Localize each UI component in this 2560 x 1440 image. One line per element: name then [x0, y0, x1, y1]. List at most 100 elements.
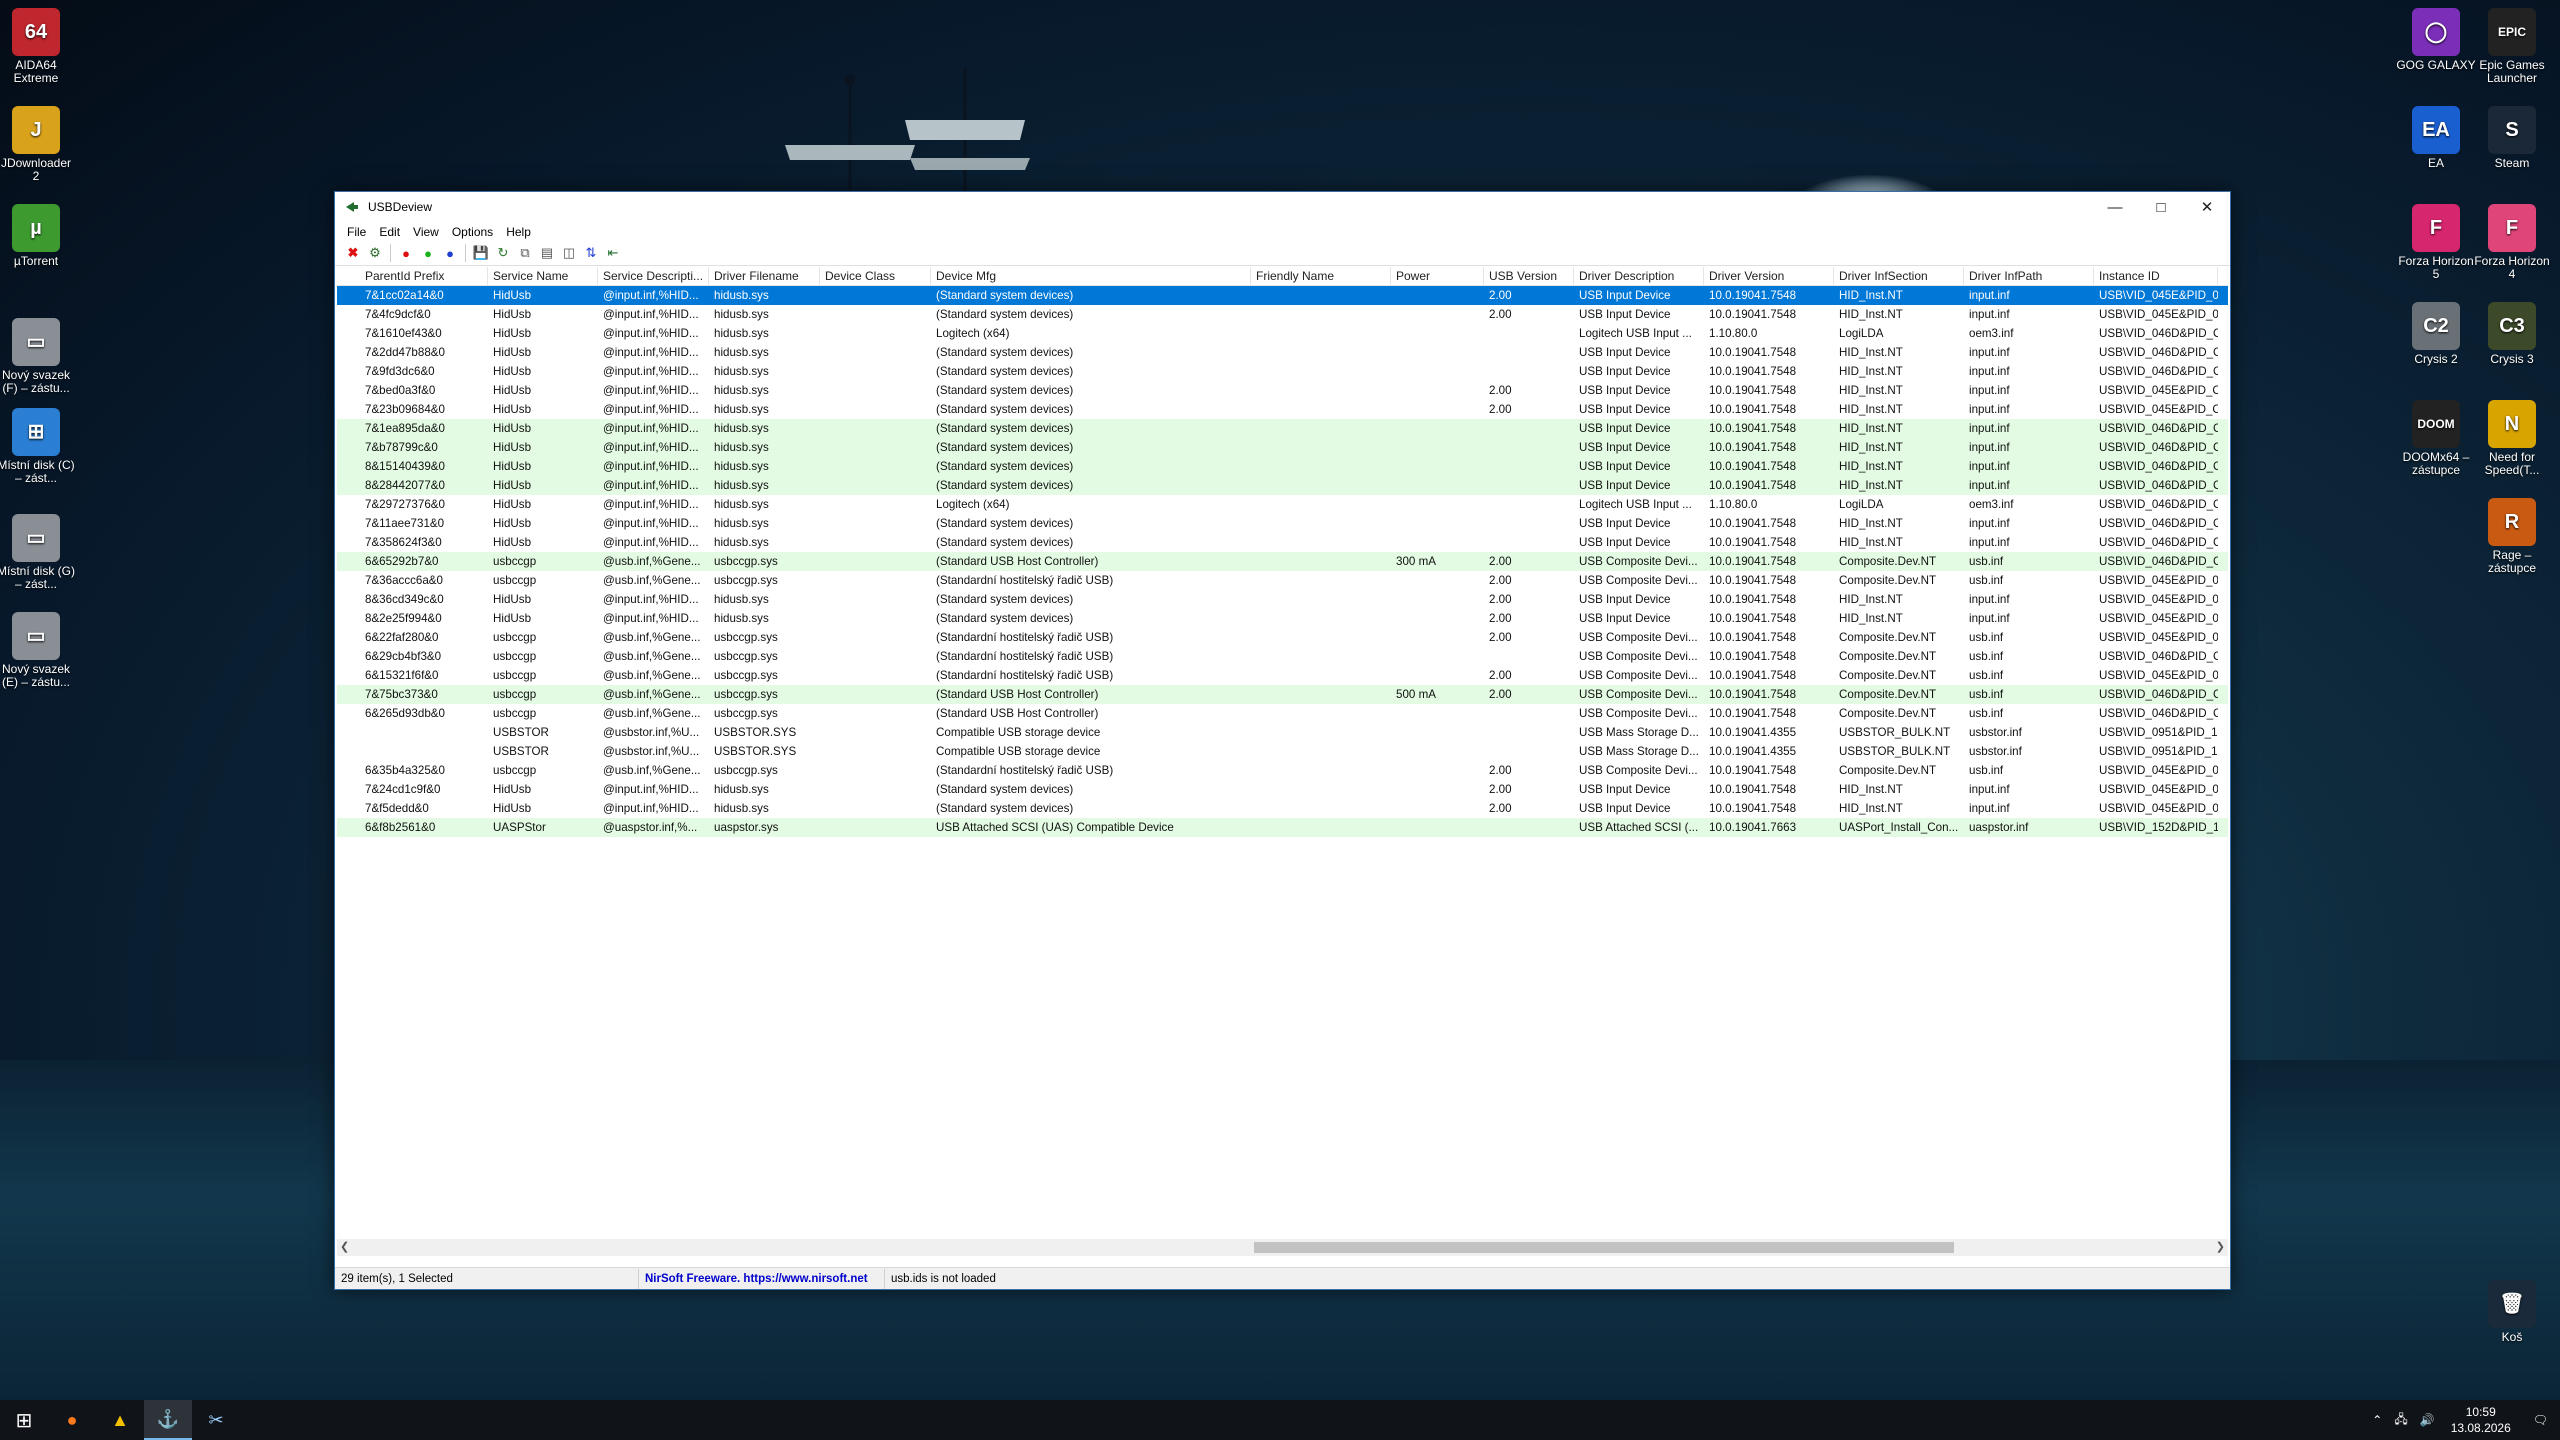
- column-header[interactable]: Driver InfSection: [1834, 267, 1964, 285]
- column-header[interactable]: Service Descripti...: [598, 267, 709, 285]
- toggle-icon[interactable]: ●: [439, 242, 461, 264]
- firefox-icon[interactable]: ●: [48, 1400, 96, 1440]
- column-header[interactable]: Driver InfPath: [1964, 267, 2094, 285]
- desktop-shortcut[interactable]: C2 Crysis 2: [2396, 302, 2476, 366]
- device-list[interactable]: ParentId Prefix Service Name Service Descr…: [337, 267, 2228, 1237]
- table-row[interactable]: 7&24cd1c9f&0 HidUsb @input.inf,%HID... hidu…: [337, 780, 2228, 799]
- tray-chevron-icon[interactable]: ⌃: [2366, 1413, 2388, 1427]
- table-row[interactable]: 6&65292b7&0 usbccgp @usb.inf,%Gene... usbcc…: [337, 552, 2228, 571]
- scroll-thumb[interactable]: [1254, 1242, 1954, 1253]
- column-header[interactable]: Instance ID: [2094, 267, 2218, 285]
- table-row[interactable]: 8&2e25f994&0 HidUsb @input.inf,%HID... hidu…: [337, 609, 2228, 628]
- desktop-shortcut[interactable]: ▭ Místní disk (G) – zást...: [0, 514, 76, 591]
- table-row[interactable]: 7&4fc9dcf&0 HidUsb @input.inf,%HID... hidus…: [337, 305, 2228, 324]
- table-row[interactable]: 7&1ea895da&0 HidUsb @input.inf,%HID... hidu…: [337, 419, 2228, 438]
- desktop-shortcut[interactable]: F Forza Horizon 5: [2396, 204, 2476, 281]
- snipping-tool-icon[interactable]: ✂: [192, 1400, 240, 1440]
- column-header[interactable]: Power: [1391, 267, 1484, 285]
- desktop-shortcut[interactable]: N Need for Speed(T...: [2472, 400, 2552, 477]
- volume-icon[interactable]: 🔊: [2414, 1413, 2441, 1427]
- table-row[interactable]: 6&29cb4bf3&0 usbccgp @usb.inf,%Gene... usbc…: [337, 647, 2228, 666]
- table-row[interactable]: 7&36accc6a&0 usbccgp @usb.inf,%Gene... usbc…: [337, 571, 2228, 590]
- column-header[interactable]: Driver Filename: [709, 267, 820, 285]
- aida-taskbar-icon[interactable]: ▲: [96, 1400, 144, 1440]
- refresh-icon[interactable]: ↻: [492, 242, 514, 264]
- html-report-icon[interactable]: ▤: [536, 242, 558, 264]
- menu-options[interactable]: Options: [446, 225, 500, 239]
- table-row[interactable]: 6&35b4a325&0 usbccgp @usb.inf,%Gene... usbc…: [337, 761, 2228, 780]
- properties-icon[interactable]: ◫: [558, 242, 580, 264]
- title-bar[interactable]: USBDeview — □ ✕: [335, 192, 2230, 222]
- table-row[interactable]: 7&11aee731&0 HidUsb @input.inf,%HID... hidu…: [337, 514, 2228, 533]
- maximize-button[interactable]: □: [2138, 192, 2184, 222]
- desktop-shortcut[interactable]: S Steam: [2472, 106, 2552, 170]
- table-cell: 10.0.19041.7548: [1709, 612, 1797, 625]
- table-row[interactable]: 7&23b09684&0 HidUsb @input.inf,%HID... hidu…: [337, 400, 2228, 419]
- eject-icon[interactable]: ⚙: [364, 242, 386, 264]
- column-header[interactable]: Driver Version: [1704, 267, 1834, 285]
- desktop-shortcut[interactable]: 🗑 Koš: [2472, 1280, 2552, 1344]
- scroll-right-icon[interactable]: ❯: [2216, 1240, 2225, 1253]
- table-row[interactable]: 6&265d93db&0 usbccgp @usb.inf,%Gene... usbc…: [337, 704, 2228, 723]
- menu-file[interactable]: File: [341, 225, 373, 239]
- network-icon[interactable]: 🖧: [2388, 1410, 2413, 1431]
- column-header[interactable]: Driver Description: [1574, 267, 1704, 285]
- exit-icon[interactable]: ⇤: [602, 242, 624, 264]
- table-row[interactable]: 7&29727376&0 HidUsb @input.inf,%HID... hidu…: [337, 495, 2228, 514]
- disable-icon[interactable]: ●: [395, 242, 417, 264]
- desktop-shortcut[interactable]: DOOM DOOMx64 – zástupce: [2396, 400, 2476, 477]
- table-row[interactable]: 7&b78799c&0 HidUsb @input.inf,%HID... hidus…: [337, 438, 2228, 457]
- desktop-shortcut[interactable]: C3 Crysis 3: [2472, 302, 2552, 366]
- table-row[interactable]: 6&15321f6f&0 usbccgp @usb.inf,%Gene... usbc…: [337, 666, 2228, 685]
- minimize-button[interactable]: —: [2092, 192, 2138, 222]
- desktop-shortcut[interactable]: ▭ Nový svazek (E) – zástu...: [0, 612, 76, 689]
- table-row[interactable]: USBSTOR @usbstor.inf,%U... USBSTOR.SYS Comp…: [337, 723, 2228, 742]
- desktop-shortcut[interactable]: 64 AIDA64 Extreme: [0, 8, 76, 85]
- save-icon[interactable]: 💾: [470, 242, 492, 264]
- scroll-left-icon[interactable]: ❮: [340, 1240, 349, 1253]
- menu-view[interactable]: View: [407, 225, 446, 239]
- column-header[interactable]: USB Version: [1484, 267, 1574, 285]
- desktop-shortcut[interactable]: R Rage – zástupce: [2472, 498, 2552, 575]
- column-header[interactable]: Friendly Name: [1251, 267, 1391, 285]
- desktop-shortcut[interactable]: J JDownloader 2: [0, 106, 76, 183]
- copy-icon[interactable]: ⧉: [514, 242, 536, 264]
- horizontal-scrollbar[interactable]: ❮ ❯: [337, 1239, 2228, 1256]
- table-row[interactable]: 7&1cc02a14&0 HidUsb @input.inf,%HID... hidu…: [337, 286, 2228, 305]
- desktop-shortcut[interactable]: EA EA: [2396, 106, 2476, 170]
- desktop-shortcut[interactable]: ▭ Nový svazek (F) – zástu...: [0, 318, 76, 395]
- table-row[interactable]: 7&358624f3&0 HidUsb @input.inf,%HID... hidu…: [337, 533, 2228, 552]
- uninstall-icon[interactable]: ✖: [342, 242, 364, 264]
- table-row[interactable]: 8&36cd349c&0 HidUsb @input.inf,%HID... hidu…: [337, 590, 2228, 609]
- table-row[interactable]: 7&1610ef43&0 HidUsb @input.inf,%HID... hidu…: [337, 324, 2228, 343]
- table-row[interactable]: 8&15140439&0 HidUsb @input.inf,%HID... hidu…: [337, 457, 2228, 476]
- desktop-shortcut[interactable]: EPIC Epic Games Launcher: [2472, 8, 2552, 85]
- column-header[interactable]: Device Mfg: [931, 267, 1251, 285]
- desktop-shortcut[interactable]: µ µTorrent: [0, 204, 76, 268]
- table-row[interactable]: 7&9fd3dc6&0 HidUsb @input.inf,%HID... hidus…: [337, 362, 2228, 381]
- column-header[interactable]: ParentId Prefix: [337, 267, 488, 285]
- column-header[interactable]: Service Name: [488, 267, 598, 285]
- start-windows-icon[interactable]: ⊞: [0, 1400, 48, 1440]
- nirsoft-link[interactable]: NirSoft Freeware. https://www.nirsoft.ne…: [639, 1268, 885, 1289]
- table-row[interactable]: 7&2dd47b88&0 HidUsb @input.inf,%HID... hidu…: [337, 343, 2228, 362]
- table-row[interactable]: 8&28442077&0 HidUsb @input.inf,%HID... hidu…: [337, 476, 2228, 495]
- column-header[interactable]: Device Class: [820, 267, 931, 285]
- usbdeview-taskbar-icon[interactable]: ⚓: [144, 1400, 192, 1440]
- table-row[interactable]: 7&f5dedd&0 HidUsb @input.inf,%HID... hidusb…: [337, 799, 2228, 818]
- menu-help[interactable]: Help: [500, 225, 538, 239]
- desktop-shortcut[interactable]: ◯ GOG GALAXY: [2396, 8, 2476, 72]
- table-row[interactable]: USBSTOR @usbstor.inf,%U... USBSTOR.SYS Comp…: [337, 742, 2228, 761]
- table-row[interactable]: 7&bed0a3f&0 HidUsb @input.inf,%HID... hidus…: [337, 381, 2228, 400]
- sort-icon[interactable]: ⇅: [580, 242, 602, 264]
- table-row[interactable]: 6&22faf280&0 usbccgp @usb.inf,%Gene... usbc…: [337, 628, 2228, 647]
- enable-icon[interactable]: ●: [417, 242, 439, 264]
- desktop-shortcut[interactable]: ⊞ Místní disk (C) – zást...: [0, 408, 76, 485]
- table-row[interactable]: 7&75bc373&0 usbccgp @usb.inf,%Gene... usbcc…: [337, 685, 2228, 704]
- close-button[interactable]: ✕: [2184, 192, 2230, 222]
- clock[interactable]: 10:59 13.08.2026: [2441, 1404, 2521, 1436]
- notifications-icon[interactable]: 🗨: [2521, 1413, 2560, 1427]
- table-row[interactable]: 6&f8b2561&0 UASPStor @uaspstor.inf,%... uas…: [337, 818, 2228, 837]
- menu-edit[interactable]: Edit: [373, 225, 407, 239]
- desktop-shortcut[interactable]: F Forza Horizon 4: [2472, 204, 2552, 281]
